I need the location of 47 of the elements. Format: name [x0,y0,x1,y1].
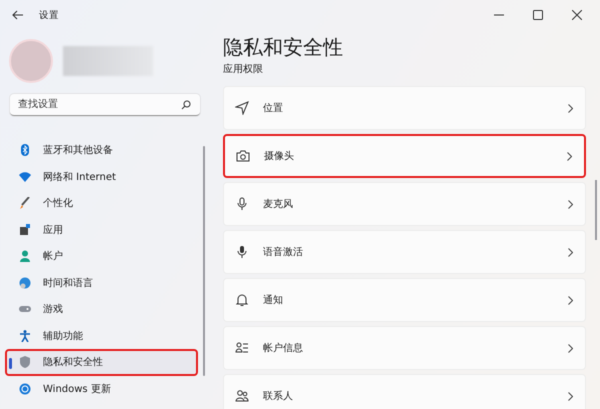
search-icon[interactable] [181,100,191,110]
settings-row[interactable]: 位置 [223,86,586,130]
camera-icon [236,149,250,163]
location-arrow-icon [235,101,249,115]
sidebar-item[interactable]: 蓝牙和其他设备 [5,137,198,164]
chevron-icon [567,152,572,160]
microphone-icon [235,197,249,211]
sidebar-item[interactable]: 网络和 Internet [5,164,198,190]
brush-icon [19,197,31,210]
sidebar-item[interactable]: 应用 [5,216,198,243]
settings-row[interactable]: 摄像头 [223,134,586,178]
settings-row[interactable]: 麦克风 [223,182,586,226]
chevron-icon [568,392,573,400]
close-icon[interactable] [572,10,582,20]
search-field[interactable]: 查找设置 [10,94,200,116]
chevron-icon [568,248,573,256]
sidebar-item[interactable]: 个性化 [5,190,198,216]
sidebar-item[interactable]: 辅助功能 [5,322,198,349]
microphone-icon [235,245,249,259]
wifi-icon [19,170,31,183]
sidebar-item[interactable]: 帐户 [5,243,198,270]
sidebar-item[interactable]: Windows 更新 [5,376,198,402]
bell-icon [235,293,249,307]
avatar [9,39,53,83]
back-icon[interactable] [12,10,24,20]
accessibility-icon [19,330,31,342]
chevron-icon [568,296,573,304]
person-icon [19,250,31,262]
chevron-icon [568,104,573,112]
apps-icon [19,224,31,236]
maximize-icon[interactable] [533,10,543,20]
bluetooth-icon [19,144,31,156]
people-icon [235,389,249,403]
page-subtitle: 应用权限 [223,62,264,76]
sidebar-item[interactable]: 时间和语言 [5,270,198,296]
settings-row[interactable]: 通知 [223,278,586,322]
settings-row[interactable]: 语音激活 [223,230,586,274]
sidebar-item[interactable]: 游戏 [5,296,198,322]
window-title: 设置 [39,8,59,22]
settings-row[interactable]: 帐户信息 [223,326,586,370]
shield-icon [19,356,31,368]
page-title: 隐私和安全性 [223,36,344,58]
chevron-icon [568,200,573,208]
sidebar-item[interactable]: 隐私和安全性 [5,349,198,376]
chevron-icon [568,344,573,352]
person-list-icon [235,341,249,355]
settings-row[interactable]: 联系人 [223,374,586,409]
